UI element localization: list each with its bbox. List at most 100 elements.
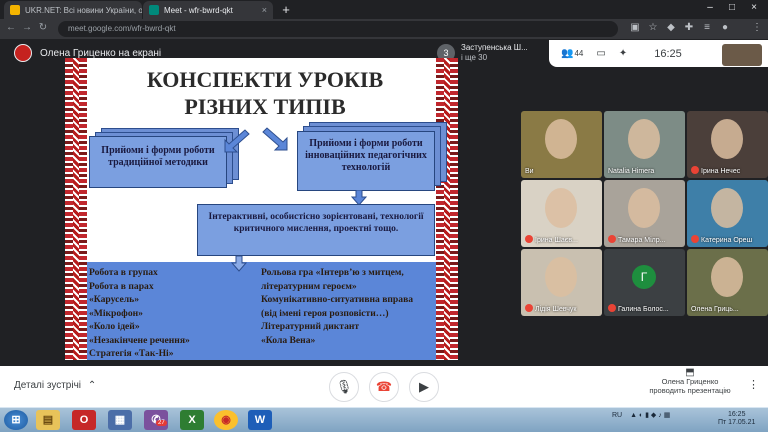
list-item: «Мікрофон»: [89, 307, 143, 319]
participant-video: [545, 188, 577, 228]
participant-name: Ірина Нечес: [701, 168, 741, 175]
excel-icon[interactable]: X: [180, 410, 204, 430]
box-innovative-methods: Прийоми і форми роботи інноваційних педа…: [297, 131, 435, 191]
list-item: Комунікативно-ситуативна вправа: [261, 294, 414, 305]
microphone-button[interactable]: 🎙: [329, 372, 359, 402]
participant-tile[interactable]: Тамара Мілр...: [604, 180, 685, 247]
muted-mic-icon: [608, 304, 616, 312]
meeting-details-label: Деталі зустрічі: [14, 380, 82, 391]
participant-tile[interactable]: Ірина Нечес: [687, 111, 768, 178]
list-innovative-examples: Рольова гра «Інтерв’ю з митцем, літерату…: [261, 266, 413, 347]
participant-video: [711, 257, 743, 297]
chat-icon[interactable]: ▭: [596, 48, 605, 59]
ukrnet-favicon-icon: [10, 5, 20, 15]
chevron-up-icon: ⌃: [87, 380, 97, 391]
arrow-left-icon: [224, 129, 250, 153]
participant-video: [628, 188, 660, 228]
self-view-thumbnail[interactable]: [722, 44, 762, 66]
maximize-button[interactable]: □: [722, 2, 742, 13]
back-icon[interactable]: ←: [4, 22, 18, 33]
list-traditional-examples: Робота в групах Робота в парах «Карусель…: [89, 266, 190, 360]
participant-tile[interactable]: Г Галина Болос...: [604, 249, 685, 316]
participant-tile[interactable]: Олена Гриць...: [687, 249, 768, 316]
extension-icon[interactable]: ◆: [664, 22, 678, 33]
start-button[interactable]: ⊞: [4, 410, 28, 430]
profile-avatar-icon[interactable]: ●: [718, 22, 732, 33]
list-item: літературним героєм»: [261, 280, 357, 292]
muted-mic-icon: [691, 235, 699, 243]
list-item: «Коло ідей»: [89, 321, 140, 332]
forward-icon[interactable]: →: [20, 22, 34, 33]
muted-mic-icon: [608, 235, 616, 243]
participant-tile[interactable]: Natalia Himera: [604, 111, 685, 178]
participant-tile[interactable]: Катерина Ореш: [687, 180, 768, 247]
url-field[interactable]: meet.google.com/wfr-bwrd-qkt: [58, 21, 618, 37]
system-tray: RU ▲ ◐ ▮ ◆ ♪ ▦: [612, 411, 670, 419]
participant-tile[interactable]: Лідія Шевчук: [521, 249, 602, 316]
people-names: Заступенська Ш... і ще 30: [461, 43, 528, 63]
participant-name: Галина Болос...: [618, 306, 669, 313]
word-icon[interactable]: W: [248, 410, 272, 430]
presenter-label: Олена Гриценко на екрані: [40, 47, 162, 59]
participant-name: Ірина Шаєв...: [535, 237, 578, 244]
tray-clock[interactable]: 16:25 Пт 17.05.21: [718, 411, 755, 427]
list-item: Стратегія «Так-Ні»: [89, 348, 174, 359]
app-icon[interactable]: ▦: [108, 410, 132, 430]
camera-button[interactable]: ▶: [409, 372, 439, 402]
participants-icon[interactable]: 👥: [561, 48, 573, 59]
language-indicator[interactable]: RU: [612, 412, 622, 419]
participants-count: 44: [574, 49, 584, 58]
browser-tab-meet[interactable]: Meet - wfr-bwrd-qkt ×: [143, 1, 273, 19]
meeting-details-button[interactable]: Деталі зустрічі ⌃: [14, 380, 96, 391]
tray-icons: ▲ ◐ ▮ ◆ ♪ ▦: [630, 412, 671, 419]
participant-name: Ви: [525, 168, 534, 175]
box-traditional-methods: Прийоми і форми роботи традиційної метод…: [89, 136, 227, 188]
list-item: (від імені героя розповісти…): [261, 307, 389, 319]
ornament-border-left: [65, 58, 87, 360]
list-item: Робота в групах: [89, 267, 158, 278]
box-interactive-technologies: Інтерактивні, особистісно зорієнтовані, …: [197, 204, 435, 256]
menu-dots-icon[interactable]: ⋮: [750, 22, 764, 33]
people-name: Заступенська Ш...: [461, 43, 528, 52]
file-explorer-icon[interactable]: ▤: [36, 410, 60, 430]
activities-icon[interactable]: ✦: [619, 48, 627, 59]
list-item: Рольова гра «Інтерв’ю з митцем,: [261, 267, 404, 278]
arrow-down-icon: [231, 256, 247, 272]
present-line: проводить презентацію: [649, 386, 731, 395]
shared-slide: КОНСПЕКТИ УРОКІВ РІЗНИХ ТИПІВ Прийоми і …: [65, 58, 458, 360]
participant-tile[interactable]: Ірина Шаєв...: [521, 180, 602, 247]
participant-name: Лідія Шевчук: [535, 306, 577, 313]
browser-tab-ukrnet[interactable]: UKR.NET: Всі новини України, ос ×: [4, 1, 142, 19]
close-tab-icon[interactable]: ×: [262, 5, 267, 15]
slide-title: КОНСПЕКТИ УРОКІВ РІЗНИХ ТИПІВ: [105, 66, 425, 120]
tab-title: UKR.NET: Всі новини України, ос: [25, 5, 142, 15]
arrows-top: [224, 127, 288, 153]
star-icon[interactable]: ☆: [646, 22, 660, 33]
muted-mic-icon: [525, 235, 533, 243]
media-icon[interactable]: ≡: [700, 22, 714, 33]
more-options-icon[interactable]: ⋮: [748, 378, 759, 391]
leave-call-button[interactable]: ☎: [369, 372, 399, 402]
close-window-button[interactable]: ×: [744, 2, 764, 13]
ornament-border-right: [436, 58, 458, 360]
participant-video: [628, 119, 660, 159]
participant-video: [545, 257, 577, 297]
clock: 16:25: [654, 47, 682, 60]
present-line: Олена Гриценко: [661, 377, 719, 386]
tray-date: Пт 17.05.21: [718, 419, 756, 426]
opera-icon[interactable]: O: [72, 410, 96, 430]
slide-title-line: РІЗНИХ ТИПІВ: [184, 94, 346, 119]
chrome-icon[interactable]: ◉: [214, 410, 238, 430]
tray-time: 16:25: [727, 411, 746, 418]
extensions-puzzle-icon[interactable]: ✚: [682, 22, 696, 33]
hang-up-icon: ☎: [375, 379, 393, 394]
reload-icon[interactable]: ↻: [36, 22, 50, 33]
participant-tile[interactable]: Ви: [521, 111, 602, 178]
camera-icon[interactable]: ▣: [628, 22, 642, 33]
participant-name: Тамара Мілр...: [618, 237, 666, 244]
new-tab-button[interactable]: +: [278, 2, 294, 18]
list-item: Робота в парах: [89, 280, 154, 292]
minimize-button[interactable]: –: [700, 2, 720, 13]
avatar: Г: [632, 265, 656, 289]
presenting-status[interactable]: ⬒ Олена Гриценко проводить презентацію: [640, 368, 740, 396]
